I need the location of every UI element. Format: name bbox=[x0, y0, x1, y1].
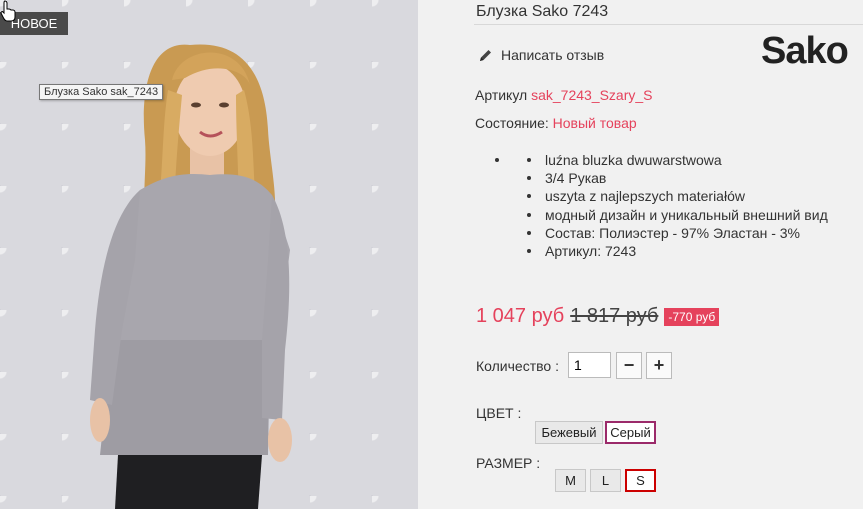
current-price: 1 047 руб bbox=[476, 305, 565, 327]
product-photo-illustration bbox=[90, 44, 292, 509]
hand-cursor-icon bbox=[0, 0, 16, 22]
sku-value: sak_7243_Szary_S bbox=[531, 87, 653, 103]
condition-value: Новый товар bbox=[552, 115, 637, 131]
write-review-label: Написать отзыв bbox=[501, 47, 605, 63]
condition-label: Состояние: bbox=[475, 115, 549, 131]
feature-item: luźna bluzka dwuwarstwowa bbox=[495, 151, 828, 169]
product-info-panel: Блузка Sako 7243 Написать отзыв Sako Арт… bbox=[418, 0, 863, 509]
color-option-grey[interactable]: Серый bbox=[605, 421, 656, 444]
quantity-decrease-button[interactable]: − bbox=[616, 352, 642, 379]
quantity-increase-button[interactable]: + bbox=[646, 352, 672, 379]
condition-row: Состояние: Новый товар bbox=[475, 115, 637, 131]
size-option-m[interactable]: M bbox=[555, 469, 586, 492]
product-title: Блузка Sako 7243 bbox=[476, 3, 609, 20]
write-review-link[interactable]: Написать отзыв bbox=[478, 47, 604, 63]
discount-badge: -770 руб bbox=[664, 307, 720, 326]
size-option-l[interactable]: L bbox=[590, 469, 621, 492]
sku-row: Артикул sak_7243_Szary_S bbox=[475, 87, 653, 103]
quantity-label: Количество : bbox=[476, 358, 559, 374]
feature-item: Артикул: 7243 bbox=[495, 242, 828, 260]
product-image[interactable]: НОВОЕ Блузка Sako sak_7243 bbox=[0, 0, 418, 509]
sku-label: Артикул bbox=[475, 87, 528, 103]
feature-item: uszyta z najlepszych materiałów bbox=[495, 187, 828, 205]
feature-item: 3/4 Рукав bbox=[495, 169, 828, 187]
quantity-input[interactable] bbox=[568, 352, 611, 378]
brand-logo[interactable]: Sako bbox=[761, 30, 849, 73]
feature-item: Состав: Полиэстер - 97% Эластан - 3% bbox=[495, 224, 828, 242]
image-tooltip: Блузка Sako sak_7243 bbox=[39, 84, 164, 100]
size-label: РАЗМЕР : bbox=[476, 455, 541, 471]
color-option-beige[interactable]: Бежевый bbox=[535, 421, 603, 444]
color-label: ЦВЕТ : bbox=[476, 405, 522, 421]
feature-list: luźna bluzka dwuwarstwowa 3/4 Рукав uszy… bbox=[495, 151, 828, 260]
price-row: 1 047 руб 1 817 руб -770 руб bbox=[476, 305, 720, 328]
size-option-s[interactable]: S bbox=[625, 469, 656, 492]
feature-item: модный дизайн и уникальный внешний вид bbox=[495, 206, 828, 224]
pencil-icon bbox=[480, 49, 491, 61]
old-price: 1 817 руб bbox=[570, 305, 659, 327]
title-divider bbox=[474, 24, 863, 25]
